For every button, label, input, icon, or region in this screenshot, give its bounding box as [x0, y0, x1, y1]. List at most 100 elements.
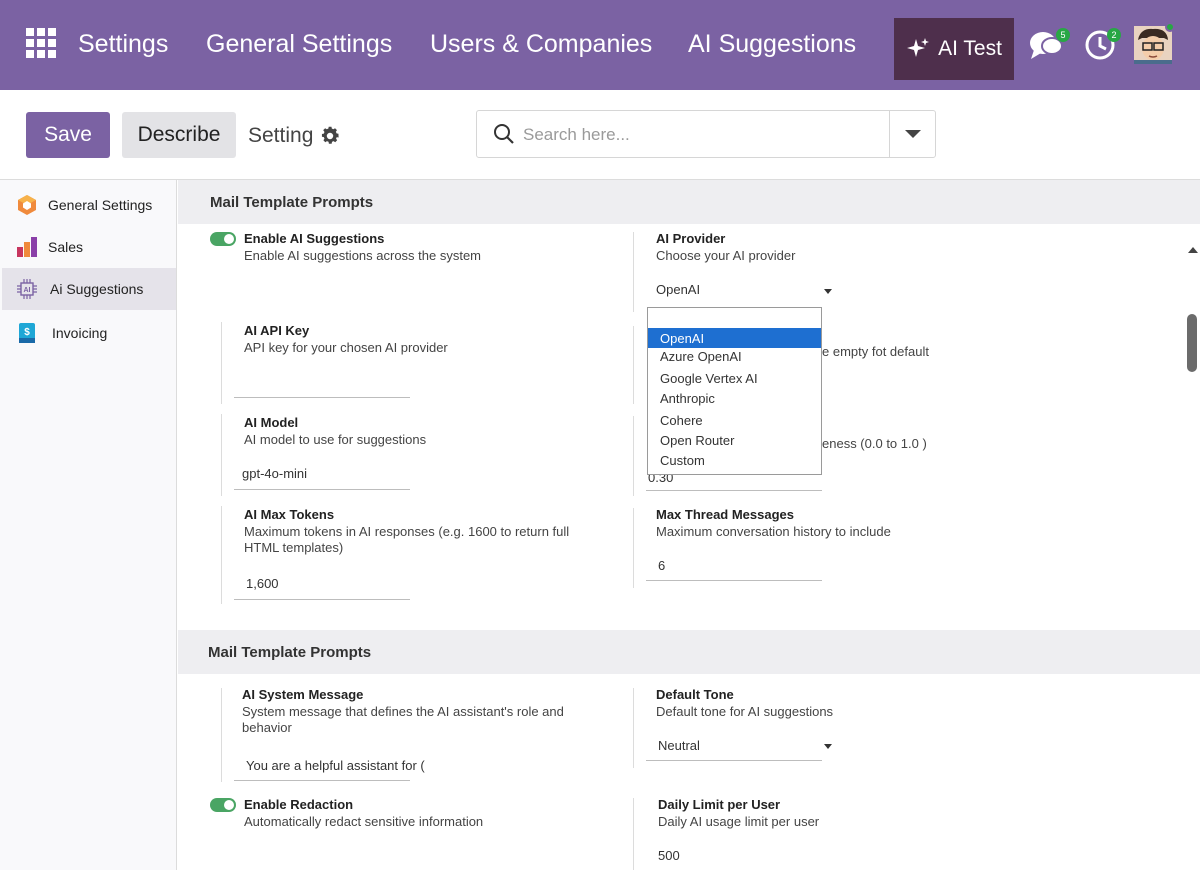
divider — [633, 508, 634, 588]
provider-option-custom[interactable]: Custom — [648, 450, 821, 470]
search-options-toggle[interactable] — [889, 111, 935, 157]
divider — [221, 506, 222, 604]
ai-test-label: AI Test — [938, 37, 1002, 60]
provider-select-value[interactable]: OpenAI — [656, 282, 700, 297]
endpoint-desc: e empty fot default — [822, 344, 929, 359]
save-button[interactable]: Save — [26, 112, 110, 158]
sidebar-item-label: Invoicing — [52, 325, 108, 341]
enable-ai-toggle[interactable] — [210, 232, 236, 246]
nav-users-companies[interactable]: Users & Companies — [430, 30, 652, 59]
max-tokens-title: AI Max Tokens — [244, 507, 335, 522]
max-thread-input-value[interactable]: 6 — [658, 558, 665, 573]
divider — [221, 414, 222, 496]
divider — [633, 798, 634, 870]
default-tone-underline — [646, 760, 822, 761]
daily-limit-desc: Daily AI usage limit per user — [658, 814, 820, 829]
setting-breadcrumb: Setting — [248, 124, 341, 148]
svg-text:AI: AI — [24, 287, 31, 294]
invoice-icon: $ — [19, 323, 35, 343]
provider-option-cohere[interactable]: Cohere — [648, 410, 821, 430]
section-header: Mail Template Prompts — [178, 630, 1200, 674]
enable-ai-title: Enable AI Suggestions — [244, 231, 385, 246]
sidebar-item-invoicing[interactable]: $ Invoicing — [2, 312, 176, 354]
redaction-title: Enable Redaction — [244, 797, 354, 812]
sparkle-icon — [907, 38, 930, 57]
describe-button[interactable]: Describe — [122, 112, 236, 158]
bar-chart-icon — [17, 237, 37, 257]
sidebar-item-sales[interactable]: Sales — [2, 226, 176, 268]
gear-icon[interactable] — [319, 125, 341, 147]
search-input[interactable] — [523, 121, 883, 149]
sidebar-item-ai-suggestions[interactable]: AI Ai Suggestions — [2, 268, 176, 310]
section-header: Mail Template Prompts — [178, 180, 1200, 224]
provider-desc: Choose your AI provider — [656, 248, 796, 263]
divider — [633, 416, 634, 496]
provider-option-openai[interactable]: OpenAI — [648, 328, 821, 348]
max-tokens-input-underline — [234, 599, 410, 600]
default-tone-desc: Default tone for AI suggestions — [656, 704, 834, 719]
chevron-down-icon[interactable] — [824, 289, 832, 294]
apps-grid-icon[interactable] — [26, 28, 56, 58]
nav-settings[interactable]: Settings — [78, 30, 168, 59]
chevron-down-icon — [904, 130, 921, 138]
nav-general-settings[interactable]: General Settings — [206, 30, 392, 59]
system-message-desc: System message that defines the AI assis… — [242, 704, 564, 735]
system-message-input-value[interactable]: You are a helpful assistant for ( — [246, 758, 425, 773]
enable-ai-desc: Enable AI suggestions across the system — [244, 248, 482, 263]
settings-sidebar: General Settings Sales AI Ai Suggestions… — [0, 180, 177, 870]
setting-label: Setting — [248, 124, 314, 147]
svg-text:$: $ — [24, 327, 30, 338]
control-panel: Save Describe Setting — [0, 90, 1200, 180]
redaction-desc: Automatically redact sensitive informati… — [244, 814, 484, 829]
scrollbar-thumb[interactable] — [1187, 314, 1197, 372]
max-thread-title: Max Thread Messages — [656, 507, 795, 522]
sidebar-item-label: General Settings — [48, 197, 153, 213]
chat-badge: 5 — [1056, 28, 1070, 42]
api-key-input[interactable] — [234, 397, 410, 398]
system-message-input-underline — [234, 780, 410, 781]
activity-badge: 2 — [1107, 28, 1121, 42]
max-thread-input-underline — [646, 580, 822, 581]
model-desc: AI model to use for suggestions — [244, 432, 427, 447]
provider-option-azure-openai[interactable]: Azure OpenAI — [648, 346, 821, 366]
provider-option-anthropic[interactable]: Anthropic — [648, 388, 821, 408]
daily-limit-input-value[interactable]: 500 — [658, 848, 680, 863]
max-tokens-desc: Maximum tokens in AI responses (e.g. 160… — [244, 524, 570, 555]
api-key-title: AI API Key — [244, 323, 310, 338]
divider — [221, 322, 222, 404]
model-title: AI Model — [244, 415, 299, 430]
system-message-title: AI System Message — [242, 687, 364, 702]
max-thread-desc: Maximum conversation history to include — [656, 524, 891, 539]
enable-redaction-toggle[interactable] — [210, 798, 236, 812]
search-icon — [493, 123, 515, 145]
model-input-value[interactable]: gpt-4o-mini — [242, 466, 307, 481]
ai-icon: AI — [17, 279, 37, 299]
default-tone-select-value[interactable]: Neutral — [658, 738, 700, 753]
divider — [633, 688, 634, 768]
temperature-input-underline — [646, 490, 822, 491]
model-input-underline — [234, 489, 410, 490]
divider — [633, 326, 634, 404]
scroll-up-arrow-icon[interactable] — [1188, 247, 1198, 253]
sidebar-item-label: Sales — [48, 239, 84, 255]
max-tokens-input-value[interactable]: 1,600 — [246, 576, 279, 591]
search-bar — [476, 110, 936, 158]
nav-ai-suggestions[interactable]: AI Suggestions — [688, 30, 856, 59]
default-tone-title: Default Tone — [656, 687, 734, 702]
provider-dropdown-list: OpenAI Azure OpenAI Google Vertex AI Ant… — [647, 307, 822, 475]
chevron-down-icon[interactable] — [824, 744, 832, 749]
ai-test-button[interactable]: AI Test — [894, 18, 1014, 80]
top-navbar: Settings General Settings Users & Compan… — [0, 0, 1200, 90]
divider — [221, 688, 222, 782]
sidebar-item-label: Ai Suggestions — [50, 281, 144, 297]
divider — [633, 232, 634, 312]
online-status-dot — [1165, 22, 1175, 32]
provider-option-open-router[interactable]: Open Router — [648, 430, 821, 450]
temperature-desc: eness (0.0 to 1.0 ) — [822, 436, 927, 451]
sidebar-item-general-settings[interactable]: General Settings — [2, 184, 176, 226]
avatar[interactable] — [1134, 26, 1172, 64]
daily-limit-title: Daily Limit per User — [658, 797, 781, 812]
hexagon-icon — [18, 195, 36, 215]
provider-option-google-vertex-ai[interactable]: Google Vertex AI — [648, 368, 821, 388]
api-key-desc: API key for your chosen AI provider — [244, 340, 448, 355]
